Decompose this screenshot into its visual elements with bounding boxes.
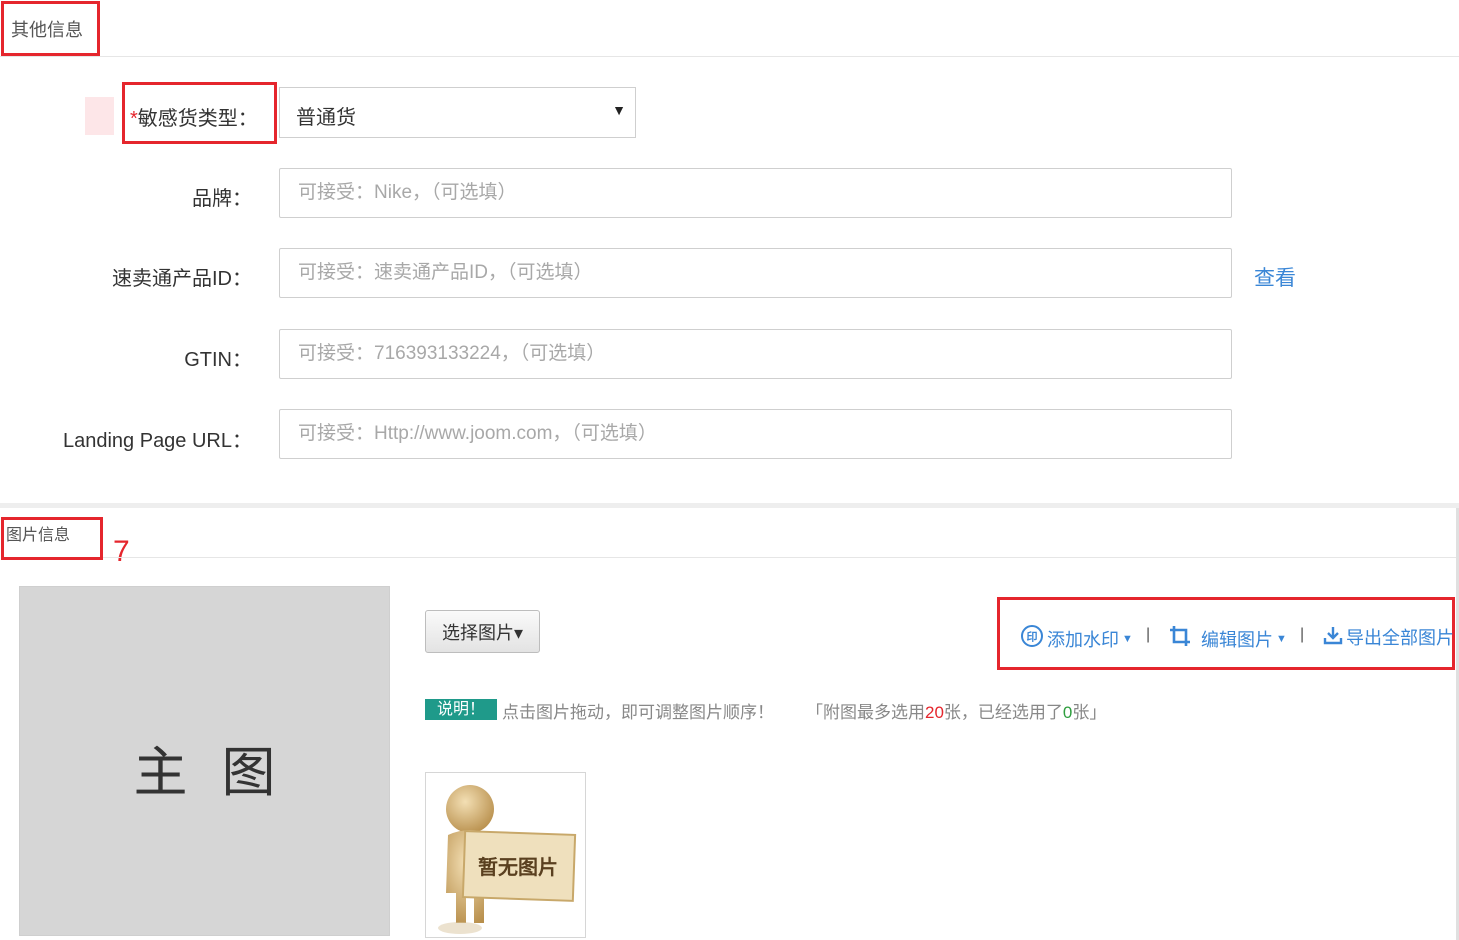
step-annotation: 7	[113, 535, 130, 568]
count-used: 0	[1062, 703, 1073, 722]
image-count-note: 「附图最多选用20张，已经选用了0张」	[806, 698, 1106, 723]
select-image-button[interactable]: 选择图片▾	[425, 610, 540, 653]
export-all-images-label: 导出全部图片	[1346, 628, 1454, 648]
sensitive-type-highlight	[122, 82, 277, 144]
landing-page-input[interactable]	[279, 409, 1232, 459]
other-info-highlight	[1, 1, 100, 56]
toolbar-separator: |	[1146, 626, 1151, 643]
download-icon	[1323, 625, 1343, 650]
edit-image-label: 编辑图片	[1201, 629, 1273, 650]
count-prefix: 「附图最多选用	[806, 703, 925, 722]
main-image-label: 主图	[133, 741, 310, 804]
svg-text:印: 印	[1027, 631, 1038, 644]
edit-image-button[interactable]: 编辑图片 ▼	[1168, 624, 1287, 653]
tip-text: 点击图片拖动，即可调整图片顺序！	[502, 703, 774, 722]
brand-input[interactable]	[279, 168, 1232, 218]
gtin-input[interactable]	[279, 329, 1232, 379]
blurred-marker	[85, 97, 114, 135]
watermark-icon: 印	[1020, 624, 1044, 653]
section-gap	[0, 503, 1459, 508]
count-mid: 张，已经选用了	[943, 703, 1063, 722]
export-all-images-button[interactable]: 导出全部图片	[1323, 624, 1454, 650]
toolbar-separator: |	[1300, 626, 1305, 643]
count-max: 20	[925, 703, 944, 722]
image-thumbnail[interactable]: 暂无图片	[425, 772, 586, 938]
image-info-highlight	[1, 517, 103, 560]
sensitive-type-value: 普通货	[296, 107, 356, 129]
view-link[interactable]: 查看	[1254, 262, 1296, 292]
caret-down-icon: ▼	[612, 102, 626, 118]
image-info-divider	[103, 557, 1456, 558]
other-info-divider	[0, 56, 1459, 57]
brand-label: 品牌：	[192, 188, 252, 210]
aliexpress-id-input[interactable]	[279, 248, 1232, 298]
aliexpress-id-label: 速卖通产品ID：	[112, 268, 252, 290]
add-watermark-label: 添加水印	[1047, 629, 1119, 650]
gtin-label: GTIN：	[184, 349, 252, 371]
no-image-text: 暂无图片	[478, 855, 558, 879]
no-image-placeholder-icon: 暂无图片	[438, 785, 577, 934]
chevron-down-icon: ▼	[1122, 632, 1133, 645]
add-watermark-button[interactable]: 印 添加水印 ▼	[1020, 624, 1133, 653]
count-suffix: 张」	[1072, 703, 1107, 722]
chevron-down-icon: ▼	[1276, 632, 1287, 645]
landing-page-label: Landing Page URL：	[62, 430, 252, 452]
crop-icon	[1168, 624, 1192, 653]
main-image-slot[interactable]: 主图	[19, 586, 390, 936]
sensitive-type-select[interactable]: 普通货 ▼	[279, 87, 636, 138]
tip-badge: 说明！	[425, 699, 497, 720]
